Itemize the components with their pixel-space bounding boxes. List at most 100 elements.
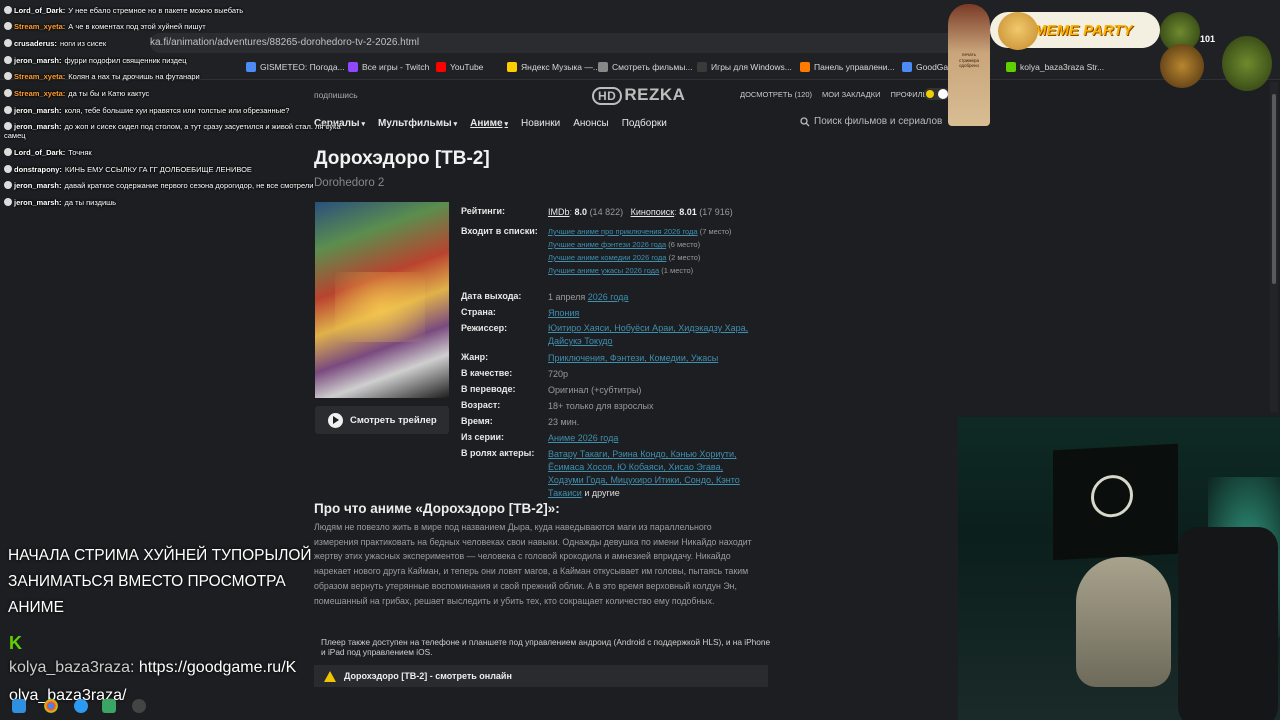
bookmark-favicon-icon [507, 62, 517, 72]
country-value: Япония [548, 307, 760, 320]
page-scrollbar[interactable] [1270, 82, 1278, 412]
bookmark-label: Яндекс Музыка —... [521, 62, 600, 72]
quality-value: 720p [548, 369, 569, 379]
scroll-thumb[interactable] [1272, 94, 1276, 284]
app-icon[interactable] [102, 699, 116, 713]
seal-text: печать стримера одобрено [958, 52, 980, 68]
warning-icon [324, 670, 336, 682]
chat-avatar-icon [4, 6, 12, 14]
bookmark-item[interactable]: YouTube [436, 62, 483, 72]
bookmark-favicon-icon [246, 62, 256, 72]
chat-message: jeron_marsh: давай краткое содержание пер… [4, 181, 313, 190]
webcam-feed [958, 417, 1280, 720]
bookmark-favicon-icon [598, 62, 608, 72]
bookmark-item[interactable]: GoodGan [902, 62, 953, 72]
theme-toggle[interactable] [924, 88, 950, 100]
telegram-icon[interactable] [74, 699, 88, 713]
cast-links[interactable]: Ватару Такаги, Рэина Кондо, Кэнью Хориут… [548, 449, 740, 498]
subscribe-link[interactable]: подпишись [314, 90, 358, 100]
list-link[interactable]: Лучшие аниме про приключения 2026 года [548, 227, 698, 236]
stream-message: НАЧАЛА СТРИМА ХУЙНЕЙ ТУПОРЫЛОЙ ЗАНИМАТЬС… [8, 547, 312, 616]
chat-username: Stream_xyeta: [14, 22, 66, 31]
nav-new[interactable]: Новинки [521, 118, 560, 129]
chat-message: Lord_of_Dark: Точняк [4, 148, 92, 157]
site-logo[interactable]: HD REZKA [592, 85, 685, 105]
release-year-link[interactable]: 2026 года [588, 292, 629, 302]
director-value: Юитиро Хаяси, Нобуёси Араи, Хидэкадзу Ха… [548, 322, 760, 348]
bookmark-item[interactable]: Яндекс Музыка —... [507, 62, 600, 72]
stream-link-user: kolya_baza3raza: [9, 659, 135, 676]
doge-icon [998, 12, 1038, 50]
goodgame-logo: K [9, 633, 22, 653]
chat-avatar-icon [4, 198, 12, 206]
translation-value: Оригинал (+субтитры) [548, 385, 642, 395]
chat-avatar-icon [4, 106, 12, 114]
bookmark-label: Все игры - Twitch [362, 62, 430, 72]
address-bar[interactable]: ka.fi/animation/adventures/88265-dorohed… [150, 33, 970, 53]
poster-image[interactable] [315, 202, 449, 398]
chat-message: jeron_marsh: фурри подофил священник пизд… [4, 56, 187, 65]
bookmarks-link[interactable]: МОИ ЗАКЛАДКИ [822, 90, 880, 99]
country-link[interactable]: Япония [548, 308, 579, 318]
continue-watching-link[interactable]: ДОСМОТРЕТЬ (120) [740, 90, 812, 99]
bookmark-label: Смотреть фильмы... [612, 62, 693, 72]
cast-suffix: и другие [584, 488, 620, 498]
search-icon [800, 116, 810, 126]
chat-text: Точняк [68, 148, 92, 157]
chat-username: jeron_marsh: [14, 106, 62, 115]
chat-text: до жоп и сисек сидел под столом, а тут с… [64, 122, 341, 131]
cast-value: Ватару Такаги, Рэина Кондо, Кэнью Хориут… [548, 448, 760, 500]
director-links[interactable]: Юитиро Хаяси, Нобуёси Араи, Хидэкадзу Ха… [548, 323, 748, 346]
chat-avatar-icon [4, 56, 12, 64]
bookmark-item[interactable]: Игры для Windows... [697, 62, 792, 72]
genre-value: Приключения, Фэнтези, Комедии, Ужасы [548, 352, 760, 365]
kinopoisk-link[interactable]: Кинопоиск [631, 207, 675, 217]
achievement-badges: 101 [1160, 6, 1275, 96]
country-label: Страна: [461, 307, 496, 317]
bookmark-item[interactable]: Панель управлени... [800, 62, 895, 72]
genre-links[interactable]: Приключения, Фэнтези, Комедии, Ужасы [548, 353, 718, 363]
series-label: Из серии: [461, 432, 505, 442]
nav-anime[interactable]: Аниме ▾ [470, 118, 508, 129]
site-search[interactable]: Поиск фильмов и сериалов [800, 116, 942, 127]
nav-announcements[interactable]: Анонсы [573, 118, 608, 129]
bookmark-item[interactable]: kolya_baza3raza Str... [1006, 62, 1104, 72]
imdb-link[interactable]: IMDb [548, 207, 570, 217]
windows-icon[interactable] [12, 699, 26, 713]
logo-hd: HD [592, 87, 623, 105]
watch-trailer-button[interactable]: Смотреть трейлер [315, 406, 449, 434]
nav-anime-label: Аниме [470, 117, 503, 129]
chat-avatar-icon [4, 72, 12, 80]
list-place: (7 место) [699, 227, 732, 236]
skull-icon [1091, 474, 1133, 519]
series-link[interactable]: Аниме 2026 года [548, 433, 618, 443]
medal-icon [1160, 44, 1204, 88]
stream-link-url: https://goodgame.ru/K [138, 659, 297, 676]
chat-username: jeron_marsh: [14, 198, 62, 207]
chat-text: ноги из сисек [59, 39, 107, 48]
watch-online-bar[interactable]: Дорохэдоро [ТВ-2] - смотреть онлайн [314, 665, 768, 687]
list-link[interactable]: Лучшие аниме ужасы 2026 года [548, 266, 659, 275]
bookmark-label: Игры для Windows... [711, 62, 792, 72]
list-link[interactable]: Лучшие аниме фэнтези 2026 года [548, 240, 666, 249]
chat-message: Stream_xyeta: да ты бы и Катю кактус [4, 89, 149, 98]
profile-link[interactable]: ПРОФИЛЬ [891, 90, 928, 99]
chevron-down-icon: ▾ [453, 120, 458, 128]
chrome-icon[interactable] [44, 699, 58, 713]
bookmark-item[interactable]: GISMETEO: Погода... [246, 62, 345, 72]
chat-text: КИНЬ ЕМУ ССЫЛКУ ГА ГГ ДОЛБОЕБИЩЕ ЛЕНИВОЕ [64, 165, 252, 174]
list-link[interactable]: Лучшие аниме комедии 2026 года [548, 253, 666, 262]
bookmark-item[interactable]: Все игры - Twitch [348, 62, 429, 72]
obs-icon[interactable] [132, 699, 146, 713]
top-links: ДОСМОТРЕТЬ (120) МОИ ЗАКЛАДКИ ПРОФИЛЬ [740, 90, 928, 99]
play-icon [328, 412, 343, 428]
wax-seal: печать стримера одобрено [948, 4, 990, 126]
badge-count: 101 [1200, 34, 1216, 44]
nav-collections[interactable]: Подборки [622, 118, 667, 129]
nav-cartoons[interactable]: Мультфильмы ▾ [378, 118, 457, 129]
genre-label: Жанр: [461, 352, 489, 362]
bookmark-favicon-icon [800, 62, 810, 72]
about-heading: Про что аниме «Дорохэдоро [ТВ-2]»: [314, 501, 560, 516]
bookmark-item[interactable]: Смотреть фильмы... [598, 62, 692, 72]
chat-avatar-icon [4, 39, 12, 47]
